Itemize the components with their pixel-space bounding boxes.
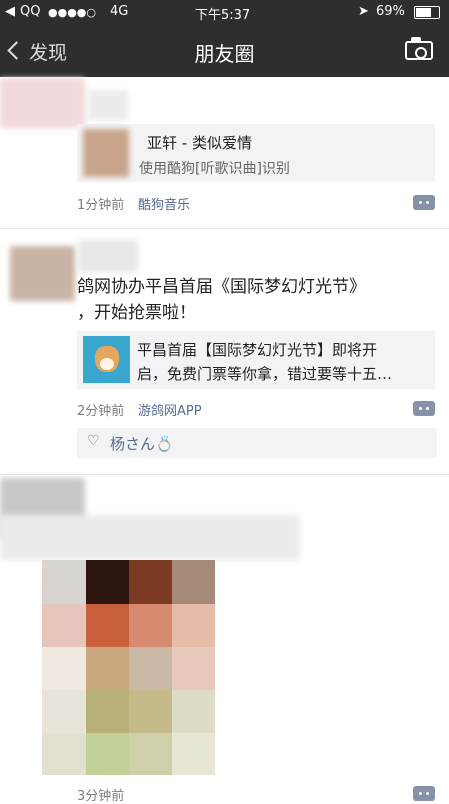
post-text-line1: 鸽网协办平昌首届《国际梦幻灯光节》 <box>77 277 366 297</box>
time-label: 下午5:37 <box>195 8 251 23</box>
post-time: 2分钟前 <box>77 404 125 419</box>
post-source[interactable]: 酷狗音乐 <box>138 194 190 213</box>
nav-bar: 发现 朋友圈 <box>0 25 449 77</box>
location-icon: ➤ <box>358 4 369 19</box>
shiba-thumbnail <box>83 336 130 383</box>
link-title: 亚轩 - 类似爱情 <box>147 134 252 152</box>
card-text-line2: 启，免费门票等你拿，错过要等十五… <box>137 365 393 383</box>
post-time: 1分钟前 <box>77 198 125 213</box>
album-thumbnail <box>83 129 129 177</box>
network-label: 4G <box>110 4 129 19</box>
avatar[interactable] <box>10 246 75 301</box>
divider <box>0 474 449 475</box>
obscured-text <box>0 515 300 560</box>
signal-icon: ●●●●○ <box>48 6 96 19</box>
carrier-label: QQ <box>20 4 41 19</box>
post-source[interactable]: 游鸽网APP <box>138 400 202 419</box>
obscured-name <box>88 90 128 120</box>
link-subtitle: 使用酷狗[听歌识曲]识别 <box>139 161 290 177</box>
post-text-line2: ，开始抢票啦！ <box>77 303 196 323</box>
divider <box>0 228 449 229</box>
post-time: 3分钟前 <box>77 789 125 804</box>
camera-icon[interactable] <box>405 37 433 60</box>
comment-icon[interactable] <box>413 786 435 801</box>
like-name[interactable]: 杨さん💍 <box>110 433 174 454</box>
avatar[interactable] <box>0 78 85 128</box>
heart-icon: ♡ <box>87 433 100 449</box>
photo-mosaic[interactable] <box>42 560 215 775</box>
music-link-card[interactable]: 亚轩 - 类似爱情 使用酷狗[听歌识曲]识别 <box>77 124 435 182</box>
battery-icon <box>414 6 440 19</box>
card-text-line1: 平昌首届【国际梦幻灯光节】即将开 <box>137 341 378 359</box>
battery-percent: 69% <box>376 4 405 19</box>
page-title: 朋友圈 <box>194 42 255 66</box>
comment-icon[interactable] <box>413 401 435 416</box>
qq-icon: ◀ <box>5 4 15 19</box>
likes-bar: ♡ 杨さん💍 <box>77 428 437 458</box>
comment-icon[interactable] <box>413 195 435 210</box>
status-bar: ◀ QQ ●●●●○ 4G 下午5:37 ➤ 69% <box>0 0 449 25</box>
obscured-name <box>78 240 138 272</box>
event-link-card[interactable]: 平昌首届【国际梦幻灯光节】即将开 启，免费门票等你拿，错过要等十五… <box>77 331 435 389</box>
